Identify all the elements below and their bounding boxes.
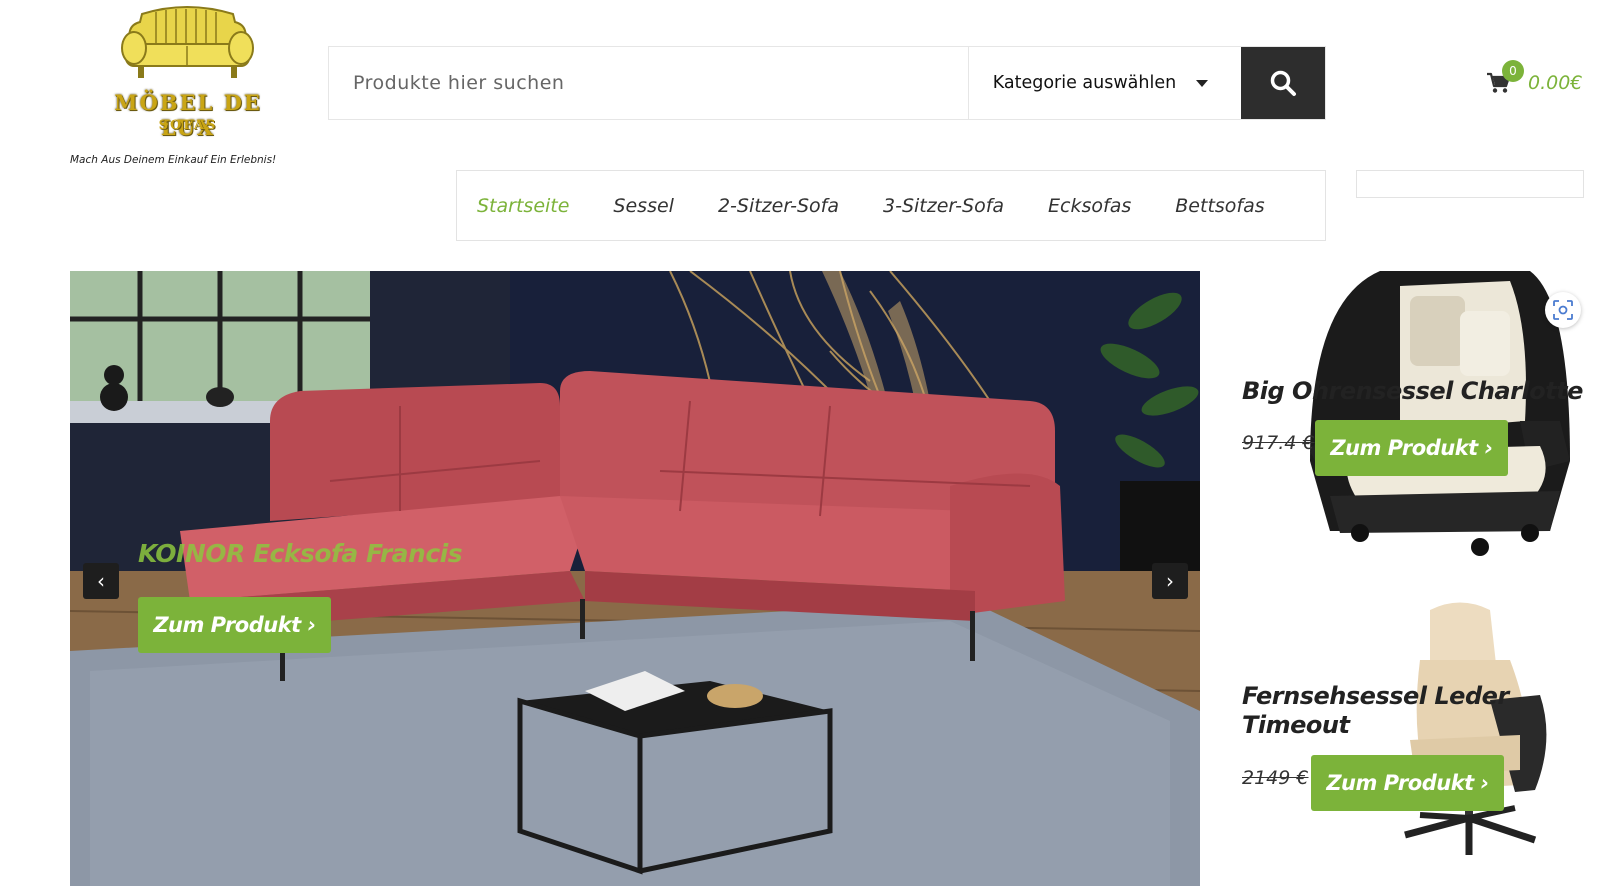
category-select[interactable]: Kategorie auswählen — [967, 47, 1241, 119]
product-card: Big Ohrensessel Charlotte 917.4 € Zum Pr… — [1230, 271, 1600, 571]
product-button[interactable]: Zum Produkt › — [1311, 755, 1504, 811]
nav-item-sessel[interactable]: Sessel — [613, 195, 674, 217]
site-logo[interactable]: MÖBEL DE LUX SOFAS — [70, 4, 300, 164]
visual-search-button[interactable] — [1545, 292, 1581, 328]
product-title[interactable]: Big Ohrensessel Charlotte — [1242, 377, 1583, 406]
chevron-right-icon: › — [1166, 569, 1174, 593]
caret-down-icon — [1196, 79, 1209, 87]
nav-item-2-sitzer-sofa[interactable]: 2-Sitzer-Sofa — [718, 195, 839, 217]
search-bar: Kategorie auswählen — [328, 46, 1326, 120]
hero-slide-image — [70, 271, 1200, 886]
hero-slide-title: KOINOR Ecksofa Francis — [138, 539, 463, 568]
cart-total: 0.00€ — [1528, 72, 1583, 94]
hero-slider: KOINOR Ecksofa Francis Zum Produkt › ‹ › — [70, 271, 1200, 886]
slider-next-button[interactable]: › — [1152, 563, 1188, 599]
nav-item-3-sitzer-sofa[interactable]: 3-Sitzer-Sofa — [883, 195, 1004, 217]
main-nav: Startseite Sessel 2-Sitzer-Sofa 3-Sitzer… — [456, 170, 1326, 241]
product-old-price: 917.4 € — [1242, 432, 1315, 454]
site-tagline: Mach Aus Deinem Einkauf Ein Erlebnis! — [70, 154, 277, 166]
nav-item-ecksofas[interactable]: Ecksofas — [1048, 195, 1131, 217]
sofa-logo-icon — [121, 6, 254, 78]
product-title[interactable]: Fernsehsessel Leder Timeout — [1242, 682, 1522, 740]
search-button[interactable] — [1241, 47, 1325, 119]
hero-product-button[interactable]: Zum Produkt › — [138, 597, 331, 653]
chevron-left-icon: ‹ — [97, 569, 105, 593]
cart-button[interactable]: 0 0.00€ — [1486, 60, 1596, 100]
nav-item-startseite[interactable]: Startseite — [477, 195, 569, 217]
product-button[interactable]: Zum Produkt › — [1315, 420, 1508, 476]
logo-brand-sub: SOFAS — [158, 118, 218, 133]
scan-icon — [1553, 300, 1573, 320]
slider-prev-button[interactable]: ‹ — [83, 563, 119, 599]
category-select-label: Kategorie auswählen — [992, 73, 1177, 93]
nav-item-bettsofas[interactable]: Bettsofas — [1175, 195, 1264, 217]
product-card: Fernsehsessel Leder Timeout 2149 € Zum P… — [1230, 600, 1600, 886]
search-icon — [1270, 70, 1297, 96]
cart-count-badge: 0 — [1502, 60, 1524, 82]
header-side-box — [1356, 170, 1584, 198]
search-input[interactable] — [329, 47, 968, 119]
product-old-price: 2149 € — [1242, 767, 1309, 789]
